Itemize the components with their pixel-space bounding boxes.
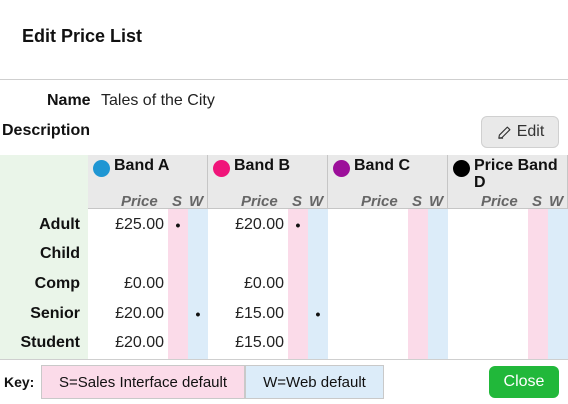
band-header: Band C Price S W (328, 155, 448, 210)
s-column (408, 209, 428, 360)
w-column-header: W (309, 193, 324, 210)
s-column (528, 209, 548, 360)
w-column (548, 209, 568, 360)
band-column-band-c: Band C Price S W (328, 155, 448, 360)
row-label-child: Child (40, 245, 80, 262)
row-label-senior: Senior (30, 305, 80, 322)
edit-button-label: Edit (516, 123, 545, 140)
key-web-default: W=Web default (245, 365, 384, 399)
close-button[interactable]: Close (489, 366, 559, 398)
row-label-student: Student (20, 334, 80, 351)
band-name: Band A (114, 157, 170, 174)
description-label: Description (2, 122, 91, 139)
row-label-adult: Adult (39, 216, 80, 233)
s-default-mark[interactable]: • (168, 217, 188, 233)
band-name: Band B (234, 157, 290, 174)
s-column-header: S (172, 193, 183, 210)
band-column-band-a: Band A Price S W £25.00 • £0.00 £20.00 • £20.00 (88, 155, 208, 360)
s-column-header: S (532, 193, 543, 210)
edit-description-button[interactable]: Edit (481, 116, 559, 148)
band-color-dot (453, 160, 470, 177)
price-grid: Adult Child Comp Senior Student Band A Pr… (0, 155, 568, 360)
band-header: Band B Price S W (208, 155, 328, 210)
name-label: Name (47, 92, 91, 109)
row-label-comp: Comp (34, 275, 80, 292)
price-cell[interactable]: £20.00 (115, 334, 164, 352)
w-column (428, 209, 448, 360)
w-column (188, 209, 208, 360)
key-sales-interface: S=Sales Interface default (41, 365, 245, 399)
w-column (308, 209, 328, 360)
price-column-header: Price (481, 193, 518, 210)
band-name: Price Band D (474, 157, 558, 191)
w-column-header: W (549, 193, 564, 210)
dialog-title: Edit Price List (22, 26, 143, 46)
price-column-header: Price (121, 193, 158, 210)
band-color-dot (93, 160, 110, 177)
pencil-icon (497, 126, 511, 139)
s-default-mark[interactable]: • (288, 217, 308, 233)
price-cell[interactable]: £15.00 (235, 305, 284, 323)
band-name: Band C (354, 157, 410, 174)
key-label: Key: (4, 374, 35, 390)
price-cell[interactable]: £0.00 (124, 275, 164, 293)
w-default-mark[interactable]: • (188, 306, 208, 322)
s-column-header: S (292, 193, 303, 210)
band-column-band-b: Band B Price S W £20.00 • £0.00 £15.00 • £15.00 (208, 155, 328, 360)
price-cell[interactable]: £25.00 (115, 216, 164, 234)
price-cell[interactable]: £20.00 (235, 216, 284, 234)
band-color-dot (213, 160, 230, 177)
s-column-header: S (412, 193, 423, 210)
header-divider (0, 79, 568, 80)
band-header: Band A Price S W (88, 155, 208, 210)
price-cell[interactable]: £15.00 (235, 334, 284, 352)
footer-divider (0, 359, 568, 360)
w-default-mark[interactable]: • (308, 306, 328, 322)
price-column-header: Price (241, 193, 278, 210)
w-column-header: W (429, 193, 444, 210)
price-cell[interactable]: £20.00 (115, 305, 164, 323)
band-color-dot (333, 160, 350, 177)
price-column-header: Price (361, 193, 398, 210)
price-cell[interactable]: £0.00 (244, 275, 284, 293)
band-column-price-band-d: Price Band D Price S W (448, 155, 568, 360)
w-column-header: W (189, 193, 204, 210)
name-value[interactable]: Tales of the City (101, 92, 215, 110)
band-header: Price Band D Price S W (448, 155, 568, 210)
